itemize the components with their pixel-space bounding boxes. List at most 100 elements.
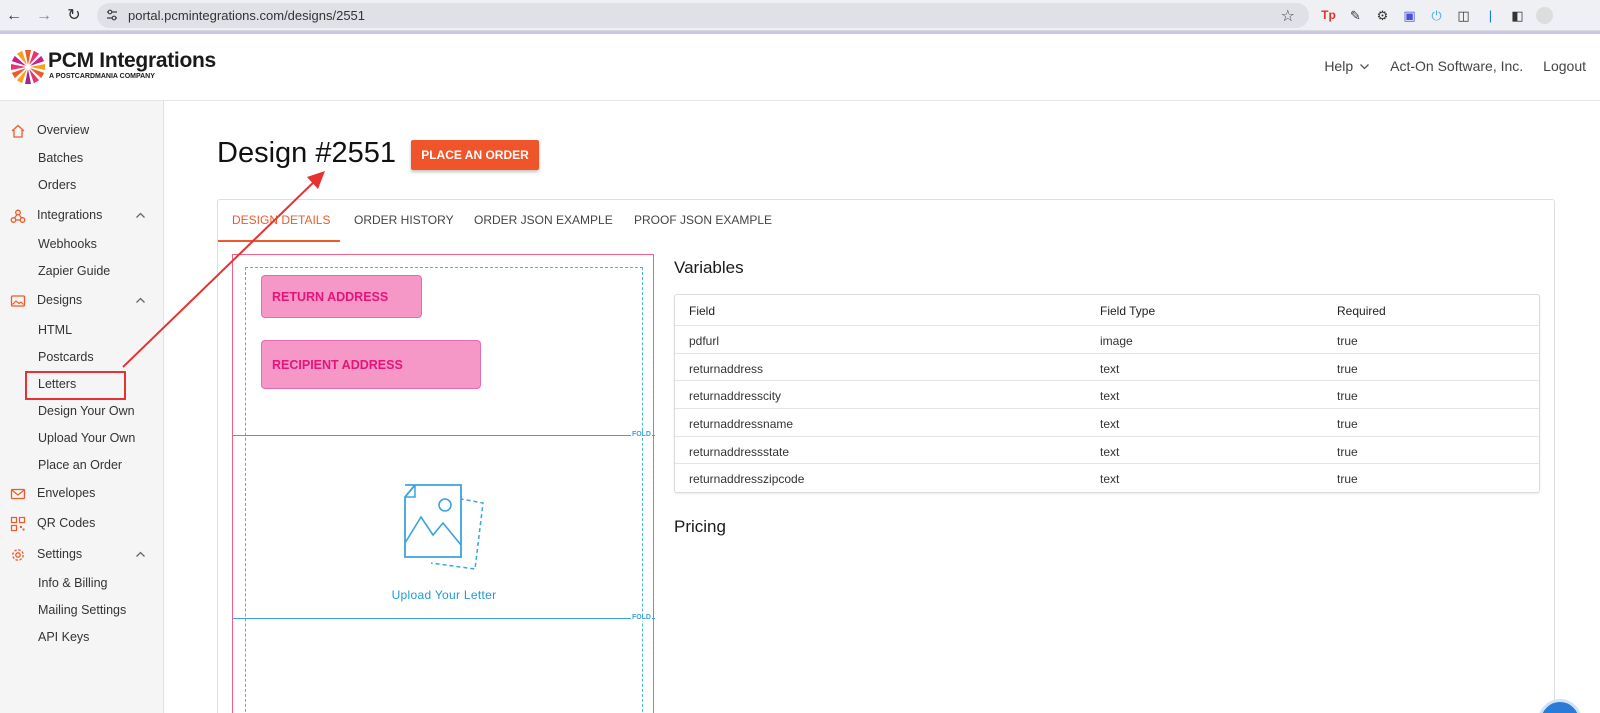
- sidebar-item-envelopes[interactable]: Envelopes: [0, 482, 164, 506]
- field-required: true: [1337, 417, 1358, 432]
- table-row: pdfurl image true: [675, 326, 1539, 354]
- home-icon: [11, 124, 25, 138]
- sidebar-item-design-your-own[interactable]: Design Your Own: [0, 400, 164, 424]
- profile-avatar[interactable]: [1536, 6, 1553, 24]
- tab-design-details[interactable]: DESIGN DETAILS: [232, 213, 330, 227]
- extensions-area: Tp ✎ ⚙ ▣ ⏻ ◫ | ◧: [1320, 5, 1553, 25]
- recipient-address-label: RECIPIENT ADDRESS: [272, 357, 403, 372]
- separator-icon: |: [1488, 7, 1493, 23]
- chevron-up-icon[interactable]: [135, 295, 146, 306]
- sidebar-item-webhooks[interactable]: Webhooks: [0, 233, 164, 257]
- chevron-up-icon[interactable]: [135, 549, 146, 560]
- fold-label: FOLD: [630, 614, 652, 621]
- chevron-up-icon[interactable]: [135, 210, 146, 221]
- sidebar-item-settings[interactable]: Settings: [0, 543, 164, 567]
- side-panel-icon[interactable]: ◧: [1509, 7, 1526, 24]
- fold-line-bottom: [233, 618, 655, 619]
- sidebar-item-api-keys[interactable]: API Keys: [0, 626, 164, 650]
- brand-name[interactable]: PCM Integrations: [48, 49, 216, 73]
- back-icon[interactable]: ←: [4, 6, 24, 26]
- recipient-address-box: RECIPIENT ADDRESS: [261, 340, 481, 389]
- field-required: true: [1337, 472, 1358, 487]
- field-type: text: [1100, 389, 1120, 404]
- sidebar-label: API Keys: [38, 630, 90, 644]
- sidebar-item-upload-your-own[interactable]: Upload Your Own: [0, 427, 164, 451]
- pricing-heading: Pricing: [674, 517, 726, 536]
- blue-extension-icon[interactable]: ▣: [1401, 7, 1418, 24]
- column-header-required: Required: [1337, 304, 1386, 318]
- logout-link[interactable]: Logout: [1543, 58, 1586, 74]
- sidebar-label: Designs: [37, 293, 83, 307]
- field-type: text: [1100, 417, 1120, 432]
- sidebar-label: Upload Your Own: [38, 431, 136, 445]
- sidebar-item-integrations[interactable]: Integrations: [0, 204, 164, 228]
- column-header-field-type: Field Type: [1100, 304, 1156, 318]
- sidebar-item-place-an-order[interactable]: Place an Order: [0, 454, 164, 478]
- tab-proof-json-example[interactable]: PROOF JSON EXAMPLE: [634, 213, 772, 227]
- sidebar-item-designs[interactable]: Designs: [0, 289, 164, 313]
- header-nav: Help Act-On Software, Inc. Logout: [1324, 58, 1586, 74]
- page-title: Design #2551: [217, 137, 396, 169]
- sidebar-item-orders[interactable]: Orders: [0, 174, 164, 198]
- url-text[interactable]: portal.pcmintegrations.com/designs/2551: [128, 8, 365, 23]
- table-row: returnaddressstate text true: [675, 437, 1539, 465]
- upload-letter-label[interactable]: Upload Your Letter: [233, 588, 655, 602]
- help-label: Help: [1324, 58, 1354, 74]
- puzzle-extensions-icon[interactable]: ◫: [1455, 7, 1472, 24]
- pcm-logo-icon[interactable]: [8, 47, 48, 87]
- gear-extension-icon[interactable]: ⚙: [1374, 7, 1391, 24]
- field-required: true: [1337, 389, 1358, 404]
- sidebar-item-html[interactable]: HTML: [0, 319, 164, 343]
- sidebar-label: Info & Billing: [38, 576, 108, 590]
- address-bar[interactable]: portal.pcmintegrations.com/designs/2551 …: [97, 3, 1309, 28]
- sidebar: Overview Batches Orders Integrations Web…: [0, 101, 164, 713]
- help-menu[interactable]: Help: [1324, 58, 1370, 74]
- return-address-label: RETURN ADDRESS: [272, 289, 389, 304]
- table-header-row: Field Field Type Required: [675, 295, 1539, 326]
- return-address-box: RETURN ADDRESS: [261, 275, 422, 318]
- power-extension-icon[interactable]: ⏻: [1428, 7, 1445, 24]
- table-row: returnaddressname text true: [675, 409, 1539, 437]
- sidebar-label: Zapier Guide: [38, 264, 111, 278]
- eyedropper-extension-icon[interactable]: ✎: [1347, 7, 1364, 24]
- sidebar-label: Mailing Settings: [38, 603, 127, 617]
- browser-toolbar: ← → ↻ portal.pcmintegrations.com/designs…: [0, 0, 1600, 31]
- field-name: pdfurl: [689, 334, 720, 348]
- table-row: returnaddress text true: [675, 354, 1539, 382]
- tp-extension-icon[interactable]: Tp: [1320, 7, 1337, 24]
- account-name[interactable]: Act-On Software, Inc.: [1390, 58, 1523, 74]
- fold-line-top: [233, 435, 655, 436]
- field-required: true: [1337, 361, 1358, 376]
- sidebar-label: Overview: [37, 123, 90, 137]
- upload-image-icon[interactable]: [403, 483, 487, 579]
- sidebar-label: Envelopes: [37, 486, 96, 500]
- sidebar-item-zapier-guide[interactable]: Zapier Guide: [0, 260, 164, 284]
- webhook-icon: [10, 209, 26, 223]
- letter-preview[interactable]: RETURN ADDRESS RECIPIENT ADDRESS FOLD Up…: [232, 254, 655, 713]
- field-type: text: [1100, 472, 1120, 487]
- place-an-order-button[interactable]: PLACE AN ORDER: [411, 140, 539, 170]
- field-name: returnaddressname: [689, 417, 794, 432]
- sidebar-label: HTML: [38, 323, 73, 337]
- sidebar-item-overview[interactable]: Overview: [0, 119, 164, 143]
- annotation-highlight-box: [25, 371, 126, 400]
- sidebar-item-batches[interactable]: Batches: [0, 147, 164, 171]
- table-row: returnaddresszipcode text true: [675, 464, 1539, 492]
- bookmark-star-icon[interactable]: ☆: [1281, 6, 1295, 26]
- field-required: true: [1337, 444, 1358, 459]
- field-name: returnaddressstate: [689, 444, 790, 459]
- field-name: returnaddresscity: [689, 389, 782, 404]
- sidebar-label: Webhooks: [38, 237, 97, 251]
- envelope-icon: [10, 488, 26, 500]
- tab-order-history[interactable]: ORDER HISTORY: [354, 213, 454, 227]
- tab-order-json-example[interactable]: ORDER JSON EXAMPLE: [474, 213, 613, 227]
- field-type: image: [1100, 334, 1133, 348]
- site-info-icon[interactable]: [105, 8, 119, 22]
- forward-icon[interactable]: →: [34, 6, 54, 26]
- sidebar-item-mailing-settings[interactable]: Mailing Settings: [0, 599, 164, 623]
- sidebar-item-info-billing[interactable]: Info & Billing: [0, 572, 164, 596]
- sidebar-label: Design Your Own: [38, 404, 135, 418]
- sidebar-item-postcards[interactable]: Postcards: [0, 346, 164, 370]
- sidebar-item-qr-codes[interactable]: QR Codes: [0, 512, 164, 536]
- reload-icon[interactable]: ↻: [64, 6, 84, 26]
